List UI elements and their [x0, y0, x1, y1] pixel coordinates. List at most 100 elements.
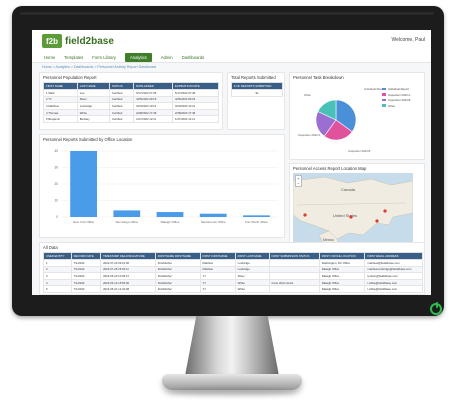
table-cell: 7/1/2022 — [70, 259, 102, 267]
table-cell: 7/1/2022 — [70, 272, 102, 280]
monitor-stand-neck — [185, 316, 279, 376]
pie-legend-item[interactable]: Other — [382, 104, 410, 108]
table-cell: FirstMother — [154, 259, 201, 267]
table-cell: 2022-07-29 09:01:00 — [100, 259, 156, 267]
monitor-bezel — [20, 12, 434, 15]
logo-text: field2base — [65, 35, 114, 47]
logo[interactable]: f2b field2base — [42, 32, 114, 50]
pie-legend-item[interactable]: Inspection 2022 B — [382, 98, 410, 102]
table-row[interactable]: 4 7/1/2022 2022-06-14 15:55:00 FirstMother T… — [43, 278, 423, 287]
table-cell: FirstMother — [154, 278, 201, 287]
user-greeting[interactable]: Welcome, Paul — [391, 37, 425, 43]
table-cell: Lee — [76, 89, 110, 97]
table-cell: Raleigh Office — [318, 265, 366, 274]
nav-templates[interactable]: Templates — [64, 55, 83, 60]
pie-slice-label: Inspection 2022 A — [298, 133, 320, 137]
table-cell: 5/17/2022 07:36 — [133, 89, 173, 97]
bar[interactable] — [243, 215, 270, 217]
table-cell: 2/28/2023 17:45 — [172, 108, 219, 117]
nav-home[interactable]: Home — [44, 55, 55, 60]
legend-label: Inspection 2022 A — [388, 92, 411, 97]
total-reports-column: # OF REPORTS SUBMITTED — [231, 82, 283, 90]
x-tick-label: Sacramento Office — [201, 220, 226, 224]
screen: f2b field2base Welcome, Paul Home Templa… — [32, 30, 431, 295]
column-header: DATE ADDED — [133, 82, 173, 90]
table-row[interactable]: 5 Benjamin Buckley Certified 1/27/2022 12:1… — [43, 115, 219, 123]
legend-swatch — [382, 98, 386, 102]
table-cell: 1 — [43, 259, 72, 267]
table-row[interactable]: 2 7/1/2022 2022-07-25 15:02:11 FirstMother M… — [43, 265, 423, 274]
table-cell: 3 — [43, 272, 72, 280]
pie-slice-label: Other — [304, 93, 311, 97]
bar[interactable] — [156, 212, 184, 217]
map-pin-southeast[interactable] — [375, 219, 379, 223]
table-cell: 2 — [43, 265, 72, 274]
table-cell: 7/1/2022 — [70, 265, 102, 274]
table-cell: t.white@field2base.com — [364, 285, 423, 293]
table-row[interactable]: 5 7/1/2022 2022-05-21 12:42:08 FirstMother T… — [43, 285, 423, 293]
legend-swatch — [382, 87, 386, 91]
personnel-report-title: Personnel Population Report — [43, 75, 97, 80]
pie-legend-item[interactable]: Inspection 2022 A — [382, 93, 410, 97]
stand-shadow — [170, 388, 294, 396]
y-tick-label: 30 — [54, 166, 58, 170]
nav-form-library[interactable]: Form Library — [92, 55, 116, 60]
table-cell: 3 Matthew — [43, 102, 78, 110]
app-header: f2b field2base Welcome, Paul — [32, 30, 431, 53]
table-cell: 3/23/2023 10:21 — [172, 102, 219, 110]
office-bar-panel: Personnel Reports Submitted by Office Lo… — [39, 134, 285, 238]
column-header: FIRST FIRSTNAME — [199, 252, 236, 260]
bar[interactable] — [113, 210, 141, 217]
table-cell: Matthew — [199, 265, 236, 274]
bar[interactable] — [70, 151, 97, 217]
total-reports-table: # OF REPORTS SUBMITTED 91 — [231, 82, 283, 97]
table-row[interactable]: 2 TJ Silver Certified 4/25/2022 09:15 4/25/2… — [43, 95, 219, 104]
map-zoom-control[interactable]: + − — [295, 175, 302, 187]
table-cell: White — [234, 278, 270, 287]
table-row[interactable]: 4 Thomas White Certified 2/28/2022 17:45 2/2… — [43, 108, 219, 117]
legend-swatch — [382, 104, 386, 107]
nav-dashboards[interactable]: Dashboards — [182, 55, 205, 60]
table-cell: Silver — [76, 95, 110, 104]
table-cell: Silver — [234, 272, 270, 280]
table-row[interactable]: 3 Matthew Lockridge Certified 3/23/2022 10:… — [43, 102, 219, 110]
table-row[interactable]: 3 7/1/2022 2022-06-20 10:05:47 FirstMother T… — [43, 272, 423, 280]
y-tick-label: 20 — [54, 182, 58, 186]
map-pin-east[interactable] — [383, 209, 387, 213]
nav-admin[interactable]: Admin — [161, 55, 173, 60]
breadcrumb[interactable]: Home > Analytics > Dashboards > Personne… — [42, 65, 156, 69]
table-row[interactable]: 1 7/1/2022 2022-07-29 09:01:00 FirstMother M… — [43, 259, 423, 267]
table-cell — [268, 272, 320, 280]
table-cell: Raleigh Office — [318, 285, 366, 293]
y-tick-label: 0 — [56, 215, 58, 219]
column-header: FIRST LASTNAME — [234, 252, 270, 260]
pie-slice-label: Inspection 2022 B — [348, 149, 371, 153]
pie-legend: Individual Report Inspection 2022 A Inspec… — [382, 87, 410, 109]
power-icon[interactable] — [430, 302, 442, 315]
table-cell: TJ — [199, 272, 236, 280]
table-cell: Washington, DC Office — [318, 259, 366, 267]
table-row[interactable]: 1 Mark Lee Certified 5/17/2022 07:36 5/17/20… — [43, 89, 219, 97]
logo-mark: f2b — [42, 34, 62, 48]
table-cell — [268, 259, 320, 267]
map-pin-west[interactable] — [303, 213, 307, 217]
table-cell: Certified — [108, 108, 135, 117]
pie-legend-item[interactable]: Individual Report — [382, 87, 410, 91]
table-cell: White — [234, 285, 270, 293]
map-pin-central[interactable] — [349, 215, 353, 219]
bar-chart-title: Personnel Reports Submitted by Office Lo… — [43, 137, 133, 142]
bar-chart[interactable]: 40 30 20 10 0 New York Office San Diego Office… — [40, 145, 286, 237]
total-reports-panel: Total Reports Submitted # OF REPORTS SUB… — [227, 72, 285, 130]
nav-analytics[interactable]: Analytics — [125, 52, 152, 62]
all-data-title: All Data — [43, 245, 58, 250]
map-label-us: United States — [333, 213, 357, 218]
column-header: FIRST EMAIL ADDRESS — [364, 252, 423, 260]
column-header: FIRST NAME — [43, 82, 78, 90]
legend-label: Other — [388, 103, 395, 108]
table-cell: Certified — [108, 115, 135, 123]
table-cell: Curie Work Grant — [268, 278, 320, 287]
bar[interactable] — [199, 213, 227, 217]
table-cell: Matthew — [199, 259, 236, 267]
location-map[interactable]: Canada United States Mexico — [293, 173, 413, 251]
table-cell: TJ — [199, 285, 236, 293]
